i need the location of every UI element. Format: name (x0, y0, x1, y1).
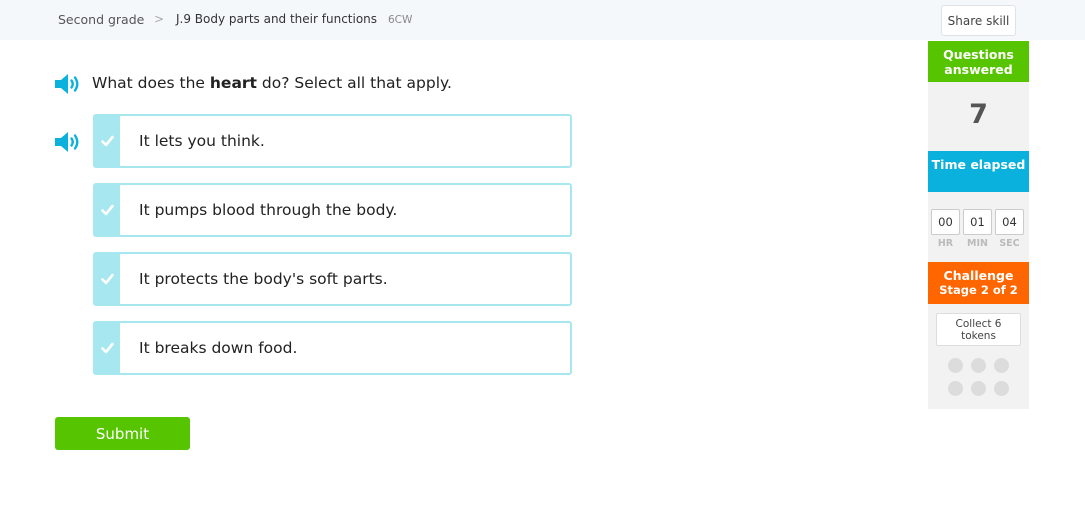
challenge-stage: Stage 2 of 2 (939, 283, 1018, 297)
check-icon (95, 323, 120, 373)
submit-button[interactable]: Submit (55, 417, 190, 450)
time-elapsed-header: Time elapsed (928, 151, 1029, 192)
answer-option[interactable]: It pumps blood through the body. (93, 183, 572, 237)
question-text: What does the heart do? Select all that … (92, 74, 452, 92)
question-keyword: heart (209, 74, 257, 92)
answer-option[interactable]: It protects the body's soft parts. (93, 252, 572, 306)
token-placeholder (994, 381, 1009, 396)
questions-answered-header: Questions answered (928, 41, 1029, 82)
timer-hours-label: HR (937, 238, 954, 249)
challenge-title: Challenge (943, 268, 1014, 283)
token-placeholder (994, 358, 1009, 373)
speaker-icon[interactable] (53, 72, 83, 96)
answer-option-label: It lets you think. (139, 132, 265, 150)
timer-seconds: 04 (995, 209, 1024, 235)
token-placeholder (948, 358, 963, 373)
skill-code: 6CW (388, 14, 413, 26)
speaker-icon[interactable] (53, 130, 83, 154)
check-icon (95, 185, 120, 235)
check-icon (95, 254, 120, 304)
token-placeholder (971, 381, 986, 396)
timer-minutes: 01 (963, 209, 992, 235)
progress-sidebar: Questions answered 7 Time elapsed 00 01 … (928, 41, 1029, 409)
question-prefix: What does the (92, 74, 210, 92)
challenge-header: Challenge Stage 2 of 2 (928, 262, 1029, 304)
answer-option-label: It protects the body's soft parts. (139, 270, 388, 288)
answer-option[interactable]: It lets you think. (93, 114, 572, 168)
token-placeholder (948, 381, 963, 396)
share-skill-button[interactable]: Share skill (941, 5, 1016, 36)
breadcrumb-skill: J.9 Body parts and their functions (176, 12, 378, 26)
token-placeholder (971, 358, 986, 373)
answer-option[interactable]: It breaks down food. (93, 321, 572, 375)
answer-option-label: It breaks down food. (139, 339, 298, 357)
top-bar: Second grade > J.9 Body parts and their … (0, 0, 1085, 40)
questions-answered-count: 7 (969, 99, 988, 130)
breadcrumb-grade[interactable]: Second grade (58, 12, 144, 27)
timer-seconds-label: SEC (999, 238, 1020, 249)
check-icon (95, 116, 120, 166)
question-suffix: do? Select all that apply. (256, 74, 452, 92)
collect-tokens-text: Collect 6 tokens (936, 313, 1021, 346)
timer-hours: 00 (931, 209, 960, 235)
answer-option-label: It pumps blood through the body. (139, 201, 398, 219)
timer-minutes-label: MIN (967, 238, 988, 249)
chevron-right-icon: > (154, 12, 165, 26)
